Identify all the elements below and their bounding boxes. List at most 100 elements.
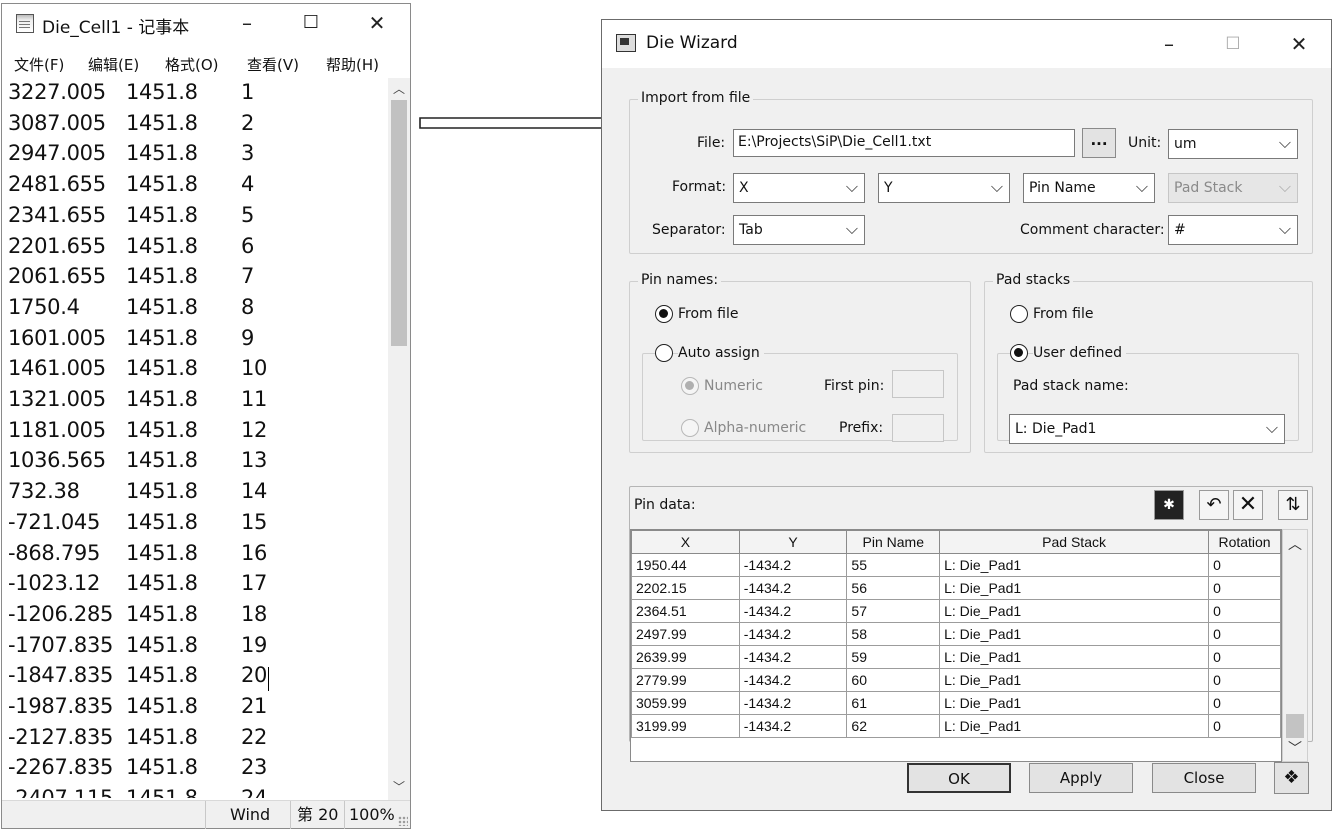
- file-path-input[interactable]: E:\Projects\SiP\Die_Cell1.txt: [733, 129, 1075, 157]
- format-x-select[interactable]: X ⌵: [733, 173, 865, 203]
- table-cell[interactable]: 60: [846, 668, 941, 692]
- table-cell[interactable]: L: Die_Pad1: [939, 645, 1210, 669]
- table-cell[interactable]: 0: [1208, 714, 1281, 738]
- table-row[interactable]: 3199.99 -1434.2 62 L: Die_Pad1 0: [631, 714, 1281, 738]
- table-cell[interactable]: L: Die_Pad1: [939, 691, 1210, 715]
- scroll-down-icon[interactable]: ﹀: [388, 778, 410, 795]
- table-cell[interactable]: 3059.99: [631, 691, 740, 715]
- scroll-down-icon[interactable]: ﹀: [1283, 738, 1307, 758]
- table-row[interactable]: 2779.99 -1434.2 60 L: Die_Pad1 0: [631, 668, 1281, 692]
- menu-view[interactable]: 查看(V): [247, 54, 299, 75]
- table-cell[interactable]: -1434.2: [738, 622, 848, 646]
- maximize-icon[interactable]: ☐: [296, 8, 326, 38]
- table-vertical-scrollbar[interactable]: ︿ ﹀: [1282, 529, 1308, 762]
- format-y-select[interactable]: Y ⌵: [878, 173, 1010, 203]
- column-header-pin-name[interactable]: Pin Name: [846, 530, 941, 554]
- scroll-up-icon[interactable]: ︿: [388, 80, 410, 97]
- table-cell[interactable]: -1434.2: [738, 691, 848, 715]
- table-cell[interactable]: 2202.15: [631, 576, 740, 600]
- table-cell[interactable]: 0: [1208, 691, 1281, 715]
- minimize-icon[interactable]: –: [1154, 29, 1184, 59]
- notepad-vertical-scrollbar[interactable]: ︿ ﹀: [388, 78, 410, 800]
- table-row[interactable]: 2364.51 -1434.2 57 L: Die_Pad1 0: [631, 599, 1281, 623]
- unit-select[interactable]: um ⌵: [1168, 129, 1298, 159]
- resize-grip-icon[interactable]: [398, 816, 408, 826]
- table-row[interactable]: 2202.15 -1434.2 56 L: Die_Pad1 0: [631, 576, 1281, 600]
- scroll-thumb[interactable]: [1286, 714, 1304, 738]
- table-cell[interactable]: -1434.2: [738, 553, 848, 577]
- close-icon[interactable]: ✕: [362, 8, 392, 38]
- menu-edit[interactable]: 编辑(E): [88, 54, 139, 75]
- table-cell[interactable]: 0: [1208, 668, 1281, 692]
- table-cell[interactable]: L: Die_Pad1: [939, 668, 1210, 692]
- table-cell[interactable]: L: Die_Pad1: [939, 622, 1210, 646]
- scroll-up-icon[interactable]: ︿: [1283, 534, 1307, 554]
- text-line-value: 2341.655: [8, 202, 106, 227]
- undo-icon[interactable]: ↶: [1199, 490, 1229, 520]
- minimize-icon[interactable]: –: [232, 8, 262, 38]
- refresh-icon[interactable]: ⇅: [1278, 490, 1308, 520]
- auto-assign-radio[interactable]: [655, 344, 673, 362]
- pad-stack-name-select[interactable]: L: Die_Pad1 ⌵: [1009, 414, 1285, 444]
- table-cell[interactable]: 59: [846, 645, 941, 669]
- table-cell[interactable]: -1434.2: [738, 599, 848, 623]
- close-button[interactable]: Close: [1152, 763, 1256, 793]
- table-cell[interactable]: 2779.99: [631, 668, 740, 692]
- table-row[interactable]: 3059.99 -1434.2 61 L: Die_Pad1 0: [631, 691, 1281, 715]
- ok-button[interactable]: OK: [907, 763, 1011, 793]
- table-cell[interactable]: 62: [846, 714, 941, 738]
- table-cell[interactable]: -1434.2: [738, 576, 848, 600]
- table-cell[interactable]: 57: [846, 599, 941, 623]
- table-cell[interactable]: -1434.2: [738, 645, 848, 669]
- format-pin-name-select[interactable]: Pin Name ⌵: [1023, 173, 1155, 203]
- table-cell[interactable]: -1434.2: [738, 714, 848, 738]
- help-book-icon[interactable]: ❖: [1274, 762, 1309, 794]
- separator-select[interactable]: Tab ⌵: [733, 215, 865, 245]
- table-cell[interactable]: 56: [846, 576, 941, 600]
- pin-names-from-file-radio[interactable]: [655, 305, 673, 323]
- table-cell[interactable]: 2639.99: [631, 645, 740, 669]
- text-line-value: 13: [241, 448, 268, 473]
- table-cell[interactable]: 0: [1208, 599, 1281, 623]
- table-cell[interactable]: 0: [1208, 576, 1281, 600]
- table-cell[interactable]: 61: [846, 691, 941, 715]
- table-row[interactable]: 1950.44 -1434.2 55 L: Die_Pad1 0: [631, 553, 1281, 577]
- user-defined-radio[interactable]: [1010, 344, 1028, 362]
- table-cell[interactable]: 0: [1208, 622, 1281, 646]
- menu-format[interactable]: 格式(O): [165, 54, 219, 75]
- table-cell[interactable]: -1434.2: [738, 668, 848, 692]
- column-header-rotation[interactable]: Rotation: [1208, 530, 1281, 554]
- pin-data-table[interactable]: X Y Pin Name Pad Stack Rotation 1950.44-…: [630, 529, 1282, 762]
- table-cell[interactable]: 2497.99: [631, 622, 740, 646]
- table-cell[interactable]: L: Die_Pad1: [939, 599, 1210, 623]
- notepad-text-area[interactable]: 3227.005 1451.8 1 3087.005 1451.8 2 2947.005 14…: [2, 78, 388, 798]
- table-cell[interactable]: L: Die_Pad1: [939, 553, 1210, 577]
- scroll-thumb[interactable]: [391, 100, 407, 346]
- browse-button[interactable]: ...: [1082, 128, 1116, 158]
- table-cell[interactable]: L: Die_Pad1: [939, 714, 1210, 738]
- apply-button[interactable]: Apply: [1029, 763, 1133, 793]
- column-header-pad-stack[interactable]: Pad Stack: [939, 530, 1210, 554]
- table-row[interactable]: 2497.99 -1434.2 58 L: Die_Pad1 0: [631, 622, 1281, 646]
- pad-stacks-from-file-radio[interactable]: [1010, 305, 1028, 323]
- table-cell[interactable]: 0: [1208, 645, 1281, 669]
- table-cell[interactable]: L: Die_Pad1: [939, 576, 1210, 600]
- select-all-icon[interactable]: ✱: [1154, 490, 1184, 520]
- delete-icon[interactable]: ✕: [1233, 490, 1263, 520]
- close-icon[interactable]: ✕: [1284, 29, 1314, 59]
- comment-character-value: #: [1174, 222, 1186, 238]
- table-cell[interactable]: 0: [1208, 553, 1281, 577]
- alpha-numeric-radio: [681, 419, 699, 437]
- pad-stack-name-value: L: Die_Pad1: [1015, 421, 1097, 437]
- table-row[interactable]: 2639.99 -1434.2 59 L: Die_Pad1 0: [631, 645, 1281, 669]
- column-header-y[interactable]: Y: [738, 530, 848, 554]
- column-header-x[interactable]: X: [631, 530, 740, 554]
- table-cell[interactable]: 3199.99: [631, 714, 740, 738]
- table-cell[interactable]: 58: [846, 622, 941, 646]
- menu-file[interactable]: 文件(F): [14, 54, 64, 75]
- comment-character-select[interactable]: # ⌵: [1168, 215, 1298, 245]
- table-cell[interactable]: 55: [846, 553, 941, 577]
- table-cell[interactable]: 1950.44: [631, 553, 740, 577]
- table-cell[interactable]: 2364.51: [631, 599, 740, 623]
- menu-help[interactable]: 帮助(H): [326, 54, 379, 75]
